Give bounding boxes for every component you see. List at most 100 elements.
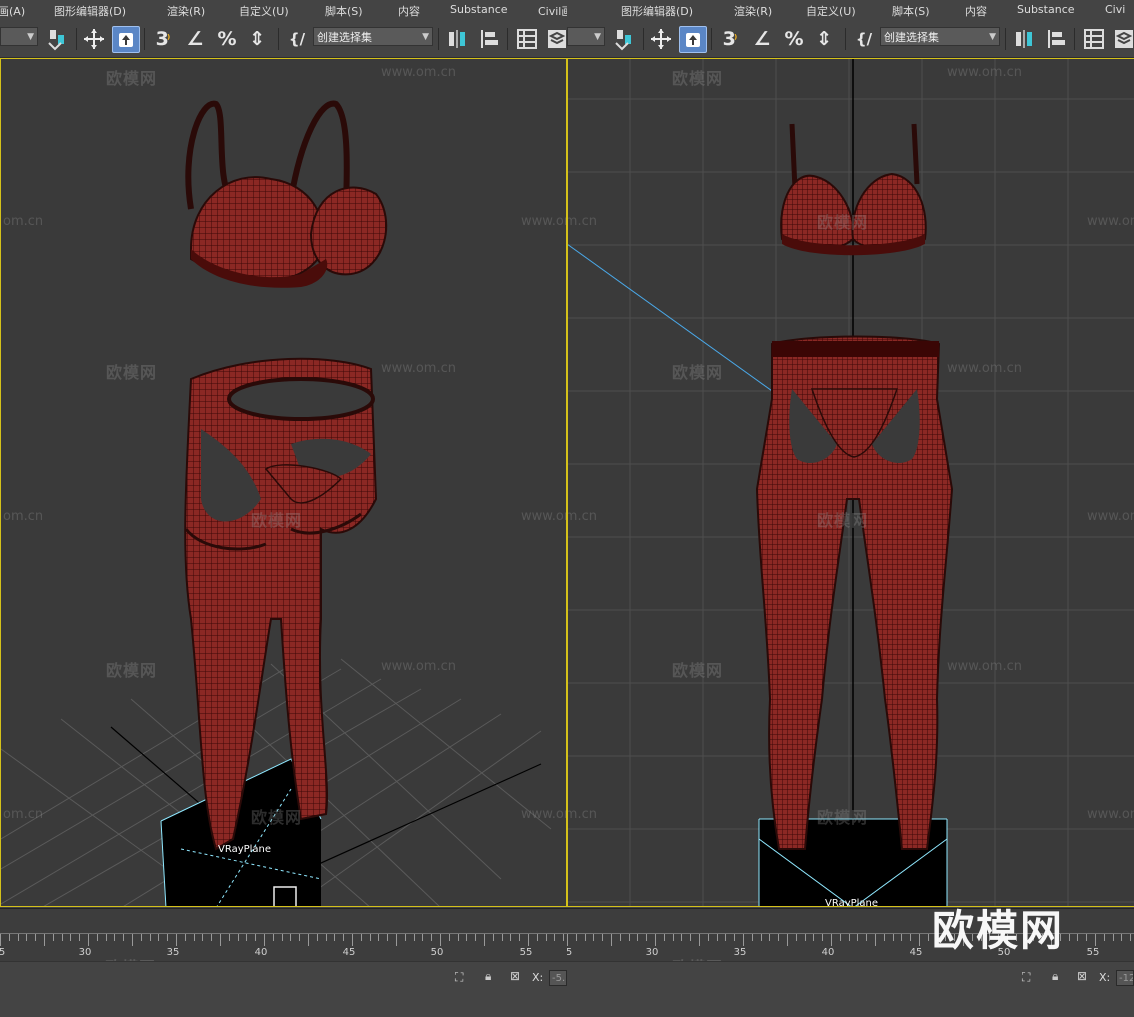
selection-lock-icon[interactable]: ⛶ (455, 970, 463, 985)
toolbar-separator (845, 28, 846, 50)
menu-rendering[interactable]: 渲染(R) (734, 3, 772, 19)
timeline-tick (927, 934, 929, 941)
select-object-button[interactable] (679, 26, 707, 53)
move-icon[interactable] (649, 26, 673, 51)
edit-named-sets-icon[interactable]: {/ (851, 26, 877, 51)
menu-rendering[interactable]: 渲染(R) (167, 3, 205, 19)
timeline-tick (255, 934, 257, 941)
watermark: 欧模网 (672, 363, 724, 382)
watermark: 欧模网 (817, 511, 869, 530)
absolute-mode-icon[interactable]: ⊠ (1077, 969, 1087, 983)
toolbar-separator (278, 28, 279, 50)
menu-substance[interactable]: Substance (450, 3, 508, 16)
x-coordinate-field[interactable]: -12 (1116, 970, 1134, 986)
watermark-url: www.om.cn (947, 361, 1022, 376)
percent-snap-icon[interactable]: % (781, 26, 807, 51)
selection-lock-icon[interactable]: ⛶ (1022, 970, 1030, 985)
select-link-icon[interactable] (44, 26, 70, 51)
menu-graph-editors[interactable]: 图形编辑器(D) (621, 3, 693, 19)
timeline-tick (211, 934, 213, 941)
watermark-url: www.om.cn (947, 659, 1022, 674)
frame-tick: 30 (645, 947, 659, 958)
move-icon[interactable] (82, 26, 106, 51)
select-link-icon[interactable] (611, 26, 637, 51)
time-slider[interactable]: 5 30 35 40 45 50 55 欧模网 (0, 908, 567, 977)
select-object-button[interactable] (112, 26, 140, 53)
named-selection-set-dropdown[interactable]: 创建选择集 ▼ (313, 27, 433, 46)
frame-tick: 5 (567, 947, 573, 958)
menu-civil[interactable]: Civi (1105, 3, 1125, 16)
timeline-tick (44, 934, 45, 946)
timeline-tick (1130, 934, 1132, 941)
scene-explorer-icon[interactable] (514, 26, 540, 51)
timeline-tick (822, 934, 824, 941)
timeline-tick (901, 934, 903, 941)
timeline-tick (769, 934, 771, 941)
left-pane: 画(A) 图形编辑器(D) 渲染(R) 自定义(U) 脚本(S) 内容 Subs… (0, 0, 567, 1017)
timeline-tick (778, 934, 780, 941)
timeline-tick (422, 934, 424, 941)
menu-customize[interactable]: 自定义(U) (806, 3, 856, 19)
toolbar-separator (144, 28, 145, 50)
lock-icon[interactable]: 🔒︎ (485, 969, 491, 984)
snap-3d-icon[interactable]: 3 ⁾ (717, 26, 743, 51)
timeline-tick (910, 934, 912, 941)
watermark-url: www.om.cn (521, 807, 566, 822)
layer-explorer-icon[interactable] (544, 26, 567, 51)
snap-3d-icon[interactable]: 3 ⁾ (150, 26, 176, 51)
angle-snap-icon[interactable]: ∠ (749, 26, 775, 51)
watermark-url: om.cn (3, 509, 44, 524)
named-selection-set-dropdown[interactable]: 创建选择集 ▼ (880, 27, 1000, 46)
watermark-url: www.om.cn (521, 509, 566, 524)
mirror-icon[interactable] (444, 26, 470, 51)
menu-civil[interactable]: Civil画(A) (538, 3, 567, 19)
menu-animation[interactable]: 画(A) (0, 3, 25, 19)
angle-snap-icon[interactable]: ∠ (182, 26, 208, 51)
watermark-url: www.om.cn (1087, 807, 1134, 822)
timeline-tick (690, 934, 692, 941)
menu-bar: 画(A) 图形编辑器(D) 渲染(R) 自定义(U) 脚本(S) 内容 Subs… (0, 0, 567, 20)
filter-dropdown[interactable]: ▼ (0, 27, 38, 46)
menu-substance[interactable]: Substance (1017, 3, 1075, 16)
scene-explorer-icon[interactable] (1081, 26, 1107, 51)
timeline-tick (17, 934, 19, 941)
watermark: 欧模网 (817, 808, 869, 827)
timeline-tick (184, 934, 186, 941)
filter-dropdown[interactable]: ▼ (567, 27, 605, 46)
timeline-tick (563, 934, 565, 941)
edit-named-sets-icon[interactable]: {/ (284, 26, 310, 51)
toolbar-separator (438, 28, 439, 50)
spinner-snap-icon[interactable]: ⇕ (811, 26, 837, 51)
absolute-mode-icon[interactable]: ⊠ (510, 969, 520, 983)
frame-tick: 35 (166, 947, 180, 958)
menu-graph-editors[interactable]: 图形编辑器(D) (54, 3, 126, 19)
align-icon[interactable] (476, 26, 502, 51)
lock-icon[interactable]: 🔒︎ (1052, 969, 1058, 984)
menu-content[interactable]: 内容 (965, 3, 987, 19)
timeline-tick (716, 934, 718, 941)
timeline-tick (646, 934, 648, 941)
main-toolbar: ▼ 3 ⁾ ∠ % ⇕ {/ 创建选择集 ▼ (0, 20, 567, 58)
x-coordinate-field[interactable]: -5. (549, 970, 567, 986)
mirror-icon[interactable] (1011, 26, 1037, 51)
site-logo: 欧模网 (932, 906, 1065, 955)
timeline-tick (149, 934, 151, 941)
percent-snap-icon[interactable]: % (214, 26, 240, 51)
front-scene (567, 59, 1134, 906)
menu-scripting[interactable]: 脚本(S) (325, 3, 363, 19)
timeline-ruler[interactable] (0, 933, 567, 948)
align-icon[interactable] (1043, 26, 1069, 51)
timeline-tick (440, 934, 441, 946)
layer-explorer-icon[interactable] (1111, 26, 1134, 51)
timeline-tick (26, 934, 28, 941)
menu-scripting[interactable]: 脚本(S) (892, 3, 930, 19)
chevron-down-icon: ▼ (594, 32, 601, 42)
front-viewport[interactable]: VRayPlane 欧模网 www.om.cn 欧模网 www.om.cn ww… (567, 58, 1134, 907)
timeline-tick (70, 934, 72, 941)
right-pane: 图形编辑器(D) 渲染(R) 自定义(U) 脚本(S) 内容 Substance… (567, 0, 1134, 1017)
timeline-tick (1068, 934, 1070, 941)
menu-content[interactable]: 内容 (398, 3, 420, 19)
spinner-snap-icon[interactable]: ⇕ (244, 26, 270, 51)
perspective-viewport[interactable]: VRayPlane 欧模网 www.om.cn om.cn www.om.cn … (0, 58, 567, 907)
menu-customize[interactable]: 自定义(U) (239, 3, 289, 19)
